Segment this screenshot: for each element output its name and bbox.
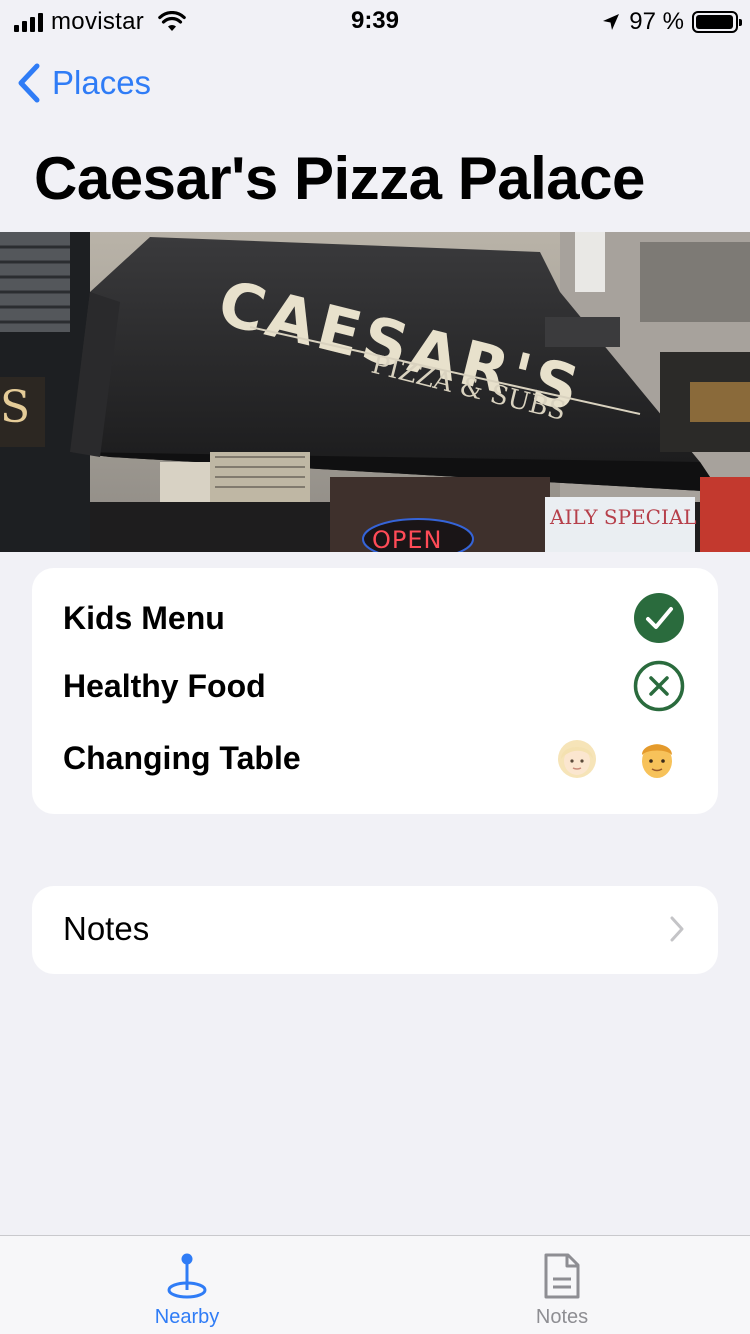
woman-man-emoji [557, 737, 677, 779]
man-emoji-icon [642, 744, 672, 778]
feature-label: Changing Table [63, 739, 301, 776]
open-sign: OPEN [372, 526, 442, 552]
feature-label: Kids Menu [63, 599, 225, 636]
notes-label: Notes [63, 910, 150, 947]
tab-label: Notes [535, 1306, 589, 1328]
check-circle-icon [634, 593, 684, 643]
feature-row-changing-table: Changing Table [63, 728, 687, 788]
tab-nearby[interactable]: Nearby [107, 1252, 267, 1329]
chevron-right-icon [670, 916, 684, 942]
document-icon [544, 1253, 580, 1299]
tab-notes[interactable]: Notes [482, 1252, 642, 1329]
status-bar: movistar 9:39 97 % [0, 0, 750, 40]
features-card: Kids Menu Healthy Food Changing Table [32, 568, 718, 814]
battery-fill [696, 15, 733, 29]
place-photo: S CAESAR'S PIZZA & SUBS OPEN AILY SPECIA… [0, 232, 750, 552]
status-right: 97 % [601, 8, 742, 36]
battery-icon [692, 11, 742, 33]
feature-row-healthy-food: Healthy Food [63, 656, 687, 716]
woman-emoji-icon [558, 740, 596, 778]
window-text: AILY SPECIAL [549, 505, 697, 529]
chevron-left-icon [18, 63, 40, 103]
storefront-illustration: S CAESAR'S PIZZA & SUBS OPEN AILY SPECIA… [0, 232, 750, 552]
battery-percent: 97 % [629, 8, 684, 35]
x-circle-icon [633, 660, 685, 712]
back-button[interactable]: Places [16, 62, 151, 104]
feature-row-kids-menu: Kids Menu [63, 588, 687, 648]
tab-label: Nearby [154, 1306, 220, 1328]
tab-bar: Nearby Notes [0, 1235, 750, 1334]
notes-row[interactable]: Notes [32, 886, 718, 974]
back-label: Places [52, 64, 152, 101]
location-pin-icon [167, 1253, 207, 1299]
location-arrow-icon [603, 14, 620, 30]
feature-label: Healthy Food [63, 667, 266, 704]
page-title: Caesar's Pizza Palace [34, 145, 645, 212]
svg-text:S: S [0, 382, 30, 433]
